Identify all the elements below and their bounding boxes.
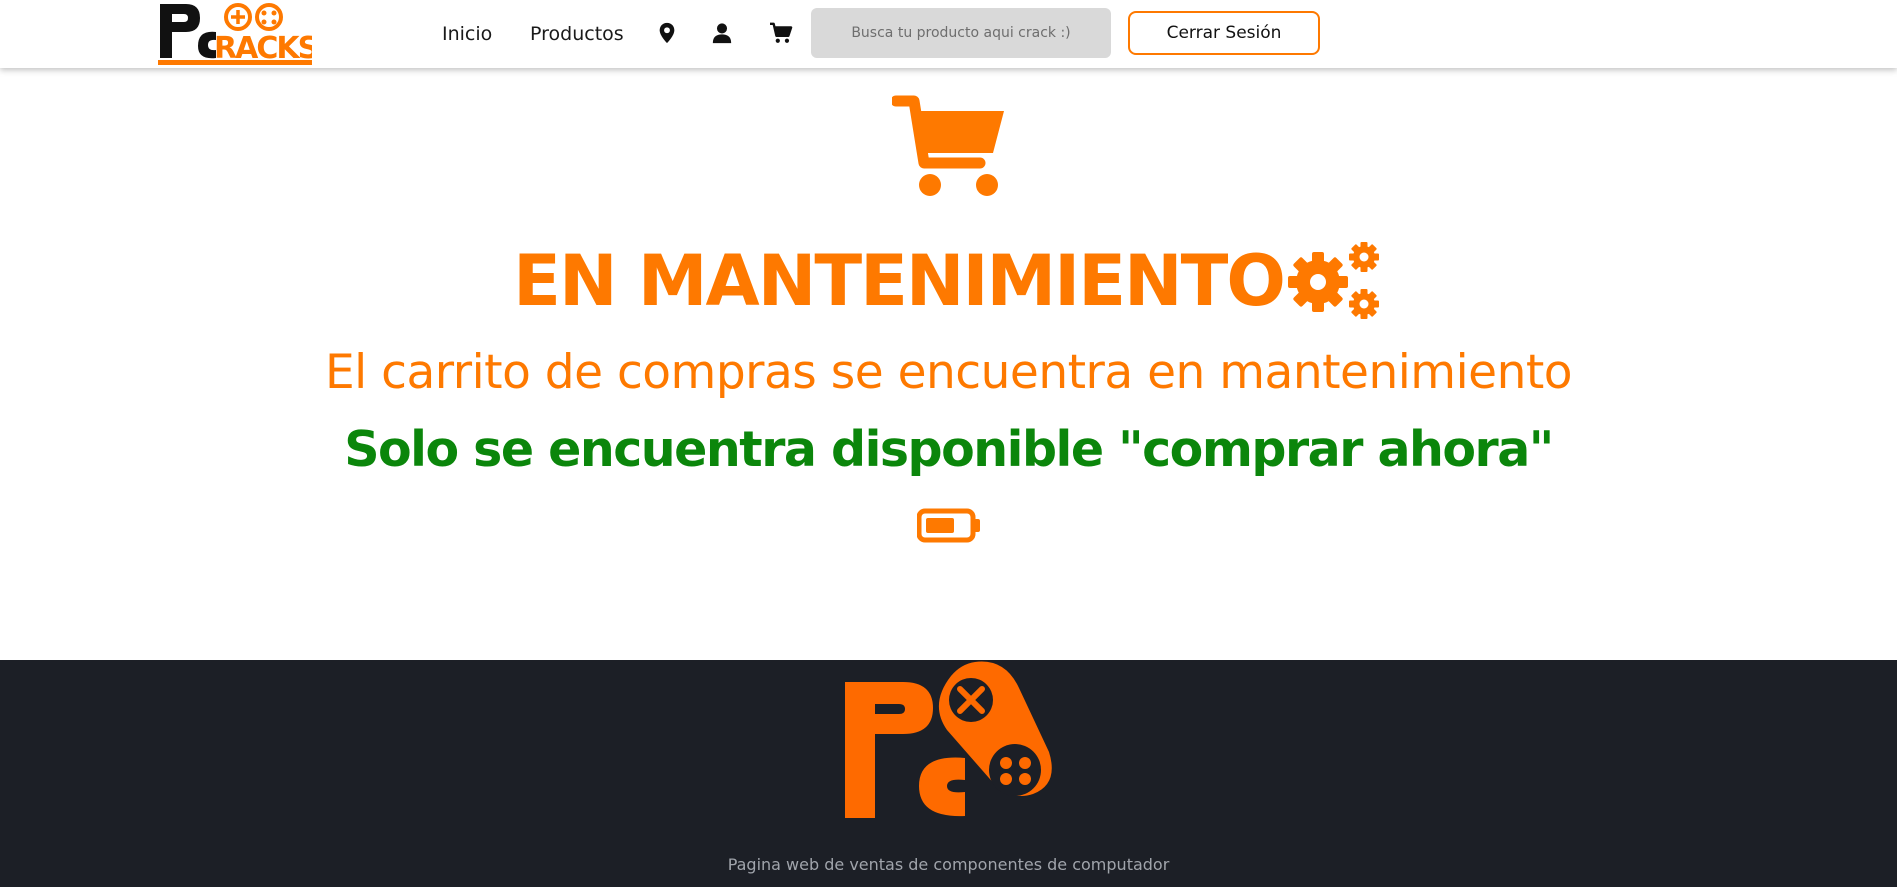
user-icon[interactable] (711, 22, 733, 44)
svg-text:RACKS: RACKS (214, 31, 312, 66)
page-title: EN MANTENIMIENTO (513, 240, 1286, 322)
battery-low-icon (917, 508, 980, 543)
maintenance-subtitle: El carrito de compras se encuentra en ma… (324, 345, 1573, 400)
site-header: RACKS Inicio Productos Cerrar Sesión (0, 0, 1897, 68)
shopping-cart-icon (892, 95, 1004, 196)
site-footer: Pagina web de ventas de componentes de c… (0, 660, 1897, 887)
logout-button[interactable]: Cerrar Sesión (1128, 11, 1320, 55)
maintenance-heading: EN MANTENIMIENTO (0, 236, 1897, 326)
cart-icon[interactable] (769, 22, 793, 44)
search-input[interactable] (811, 8, 1111, 58)
footer-description: Pagina web de ventas de componentes de c… (727, 855, 1170, 874)
location-icon[interactable] (656, 22, 678, 44)
gears-icon (1287, 242, 1379, 319)
pcracks-logo[interactable]: RACKS (158, 2, 312, 66)
available-notice: Solo se encuentra disponible "comprar ah… (344, 421, 1554, 478)
nav-productos[interactable]: Productos (530, 22, 624, 46)
nav-inicio[interactable]: Inicio (442, 22, 492, 46)
maintenance-section: EN MANTENIMIENTO El carrito de compras s… (0, 68, 1897, 660)
footer-pc-logo (845, 661, 1052, 818)
